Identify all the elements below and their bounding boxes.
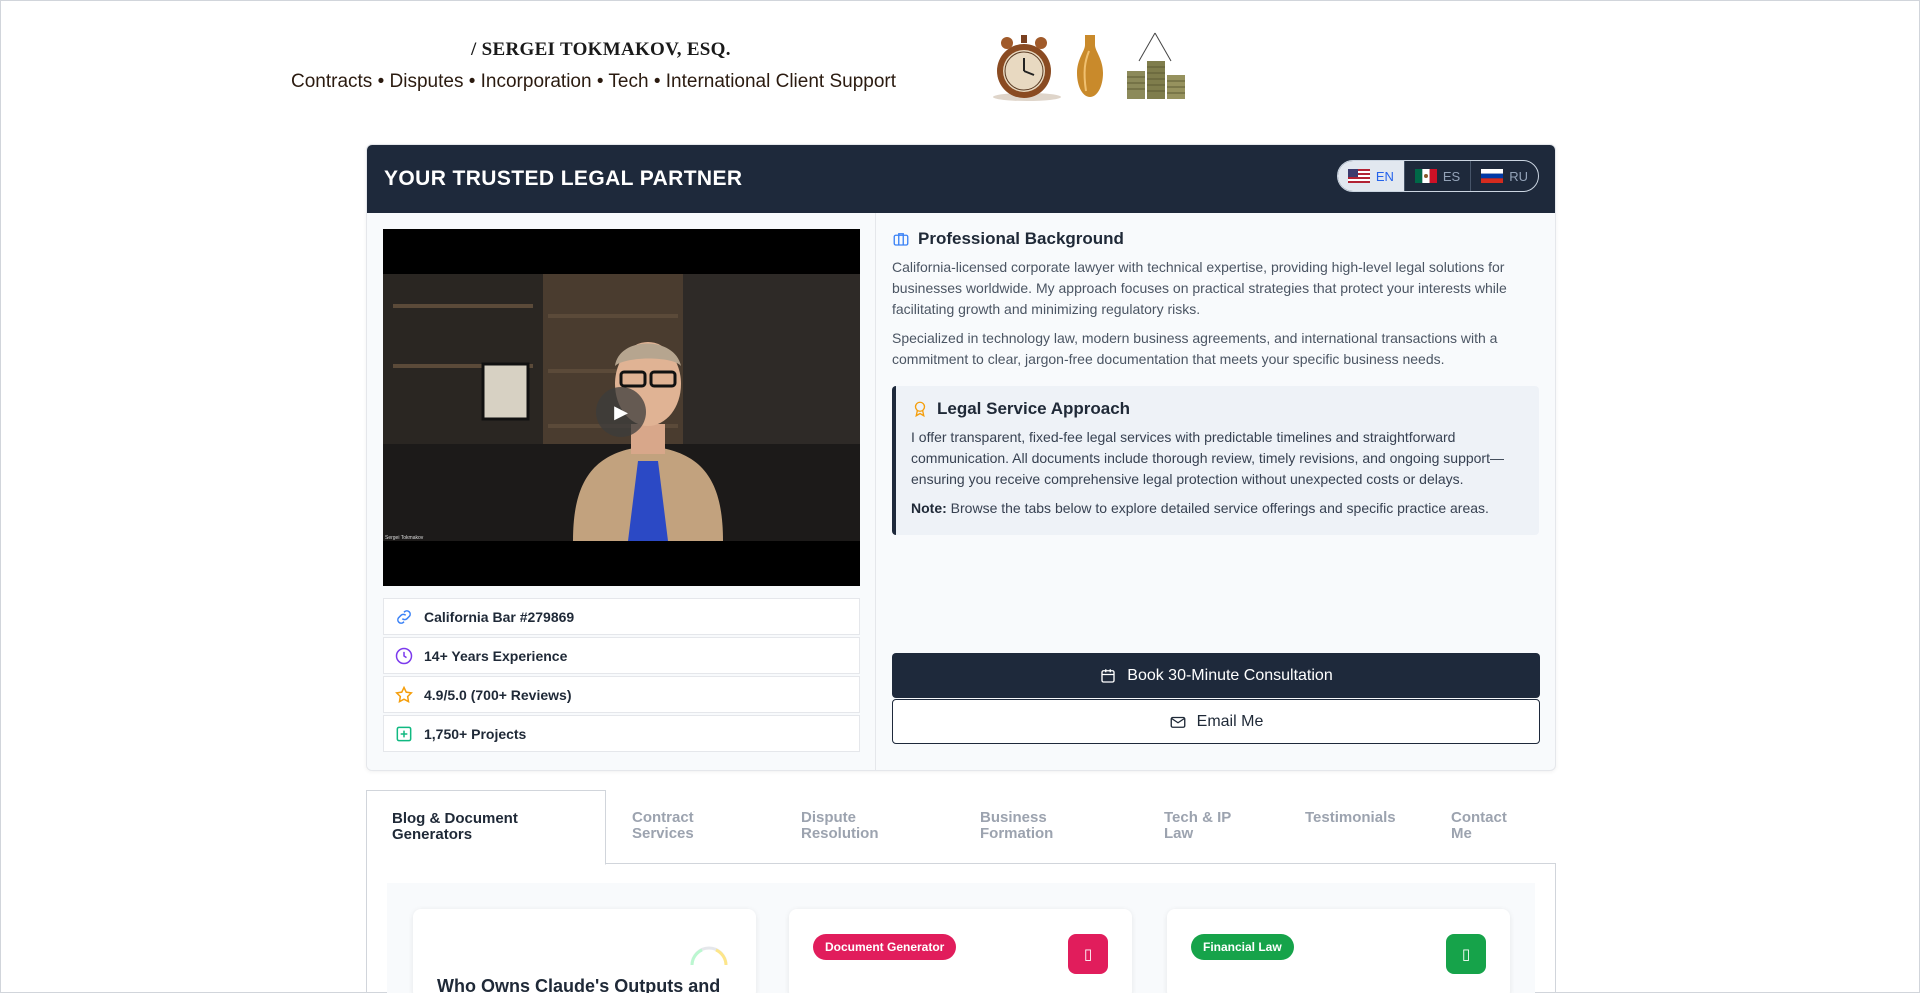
approach-heading-text: Legal Service Approach — [937, 399, 1131, 418]
video-caption: Sergei Tokmakov — [385, 535, 424, 541]
approach-paragraph: I offer transparent, fixed-fee legal ser… — [911, 429, 1504, 487]
brand-illustration — [993, 32, 1185, 101]
russia-flag-icon — [1481, 169, 1504, 183]
category-badge: Document Generator — [813, 934, 957, 960]
tab-label-line2: Generators — [392, 826, 473, 843]
stat-bar-number-label: California Bar #279869 — [424, 608, 575, 625]
tab-label-line1: Testimonials — [1305, 809, 1396, 826]
finance-icon: ▯ — [1446, 934, 1486, 974]
tab-label-line2: Law — [1164, 825, 1194, 842]
stat-bar-number: California Bar #279869 — [383, 598, 860, 635]
email-me-button[interactable]: Email Me — [892, 699, 1540, 744]
stat-projects-label: 1,750+ Projects — [424, 725, 527, 742]
language-switcher: EN ES RU — [1336, 160, 1539, 192]
background-heading-text: Professional Background — [918, 229, 1124, 248]
link-icon — [397, 609, 411, 624]
approach-note: Note: Browse the tabs below to explore d… — [911, 498, 1525, 519]
language-es-button[interactable]: ES — [1405, 161, 1472, 191]
stat-projects: 1,750+ Projects — [383, 715, 860, 752]
tab-label-line1: Blog & Document — [392, 810, 518, 827]
approach-heading: Legal Service Approach — [911, 399, 1525, 419]
card-left-column: ▶ Sergei Tokmakov California Bar #279869… — [367, 213, 876, 770]
language-es-label: ES — [1442, 168, 1461, 184]
calendar-icon — [1101, 668, 1115, 683]
tab-label-line1: Dispute — [801, 809, 857, 826]
profile-card: YOUR TRUSTED LEGAL PARTNER EN ES RU ▶ Se… — [366, 144, 1556, 771]
us-flag-icon — [1347, 169, 1370, 183]
tab-panel: Who Owns Claude's Outputs and Document G… — [366, 864, 1556, 993]
tab-dispute-resolution[interactable]: Dispute Resolution — [776, 790, 904, 864]
mexico-flag-icon — [1414, 169, 1437, 183]
tab-label-line2: Me — [1451, 825, 1472, 842]
card-right-column: Professional Background California-licen… — [876, 213, 1555, 770]
language-ru-label: RU — [1509, 168, 1528, 184]
tab-label-line1: Business — [980, 809, 1047, 826]
briefcase-icon — [893, 233, 909, 246]
note-text: Browse the tabs below to explore detaile… — [946, 500, 1489, 516]
tab-testimonials[interactable]: Testimonials — [1280, 790, 1421, 864]
mail-icon — [1170, 716, 1186, 728]
email-me-label: Email Me — [1196, 712, 1264, 730]
tab-label-line1: Contract — [632, 809, 694, 826]
book-consultation-label: Book 30-Minute Consultation — [1127, 666, 1333, 684]
brand-tagline: Contracts • Disputes • Incorporation • T… — [291, 71, 897, 92]
tab-label-line2: Services — [632, 825, 694, 842]
award-icon — [914, 401, 926, 418]
tab-label-line2: Formation — [980, 825, 1054, 842]
stat-experience-label: 14+ Years Experience — [424, 647, 568, 664]
intro-video-player[interactable]: ▶ Sergei Tokmakov — [383, 229, 860, 586]
stat-experience: 14+ Years Experience — [383, 637, 860, 674]
tab-label-line1: Contact — [1451, 809, 1507, 826]
clock-icon — [395, 647, 413, 664]
service-approach-box: Legal Service Approach I offer transpare… — [892, 386, 1539, 535]
language-en-label: EN — [1375, 168, 1394, 184]
background-heading: Professional Background — [892, 229, 1539, 249]
brand-name[interactable]: / SERGEI TOKMAKOV, ESQ. — [471, 39, 731, 61]
card-title: YOUR TRUSTED LEGAL PARTNER — [384, 167, 743, 190]
tab-contact-me[interactable]: Contact Me — [1426, 790, 1532, 864]
tab-contract-services[interactable]: Contract Services — [607, 790, 719, 864]
background-paragraph-1: California-licensed corporate lawyer wit… — [892, 259, 1507, 317]
document-icon: ▯ — [1068, 934, 1108, 974]
services-tabs: Blog & Document Generators Contract Serv… — [366, 790, 1556, 865]
stat-reviews-label: 4.9/5.0 (700+ Reviews) — [424, 686, 572, 703]
post-card[interactable]: Who Owns Claude's Outputs and — [413, 909, 756, 993]
post-title[interactable]: Who Owns Claude's Outputs and — [437, 976, 720, 993]
language-ru-button[interactable]: RU — [1471, 161, 1538, 191]
book-consultation-button[interactable]: Book 30-Minute Consultation — [892, 653, 1540, 698]
background-paragraph-2: Specialized in technology law, modern bu… — [892, 330, 1498, 367]
tab-blog-document-generators[interactable]: Blog & Document Generators — [366, 790, 606, 865]
category-badge: Financial Law — [1191, 934, 1294, 960]
gauge-icon — [690, 946, 728, 966]
tab-tech-ip-law[interactable]: Tech & IP Law — [1139, 790, 1256, 864]
post-card[interactable]: Document Generator ▯ — [789, 909, 1132, 993]
post-card[interactable]: Financial Law ▯ — [1167, 909, 1510, 993]
star-icon — [395, 685, 413, 703]
plus-square-icon — [396, 726, 412, 741]
language-en-button[interactable]: EN — [1337, 161, 1405, 191]
tab-business-formation[interactable]: Business Formation — [955, 790, 1078, 864]
tab-label-line1: Tech & IP — [1164, 809, 1232, 826]
card-header: YOUR TRUSTED LEGAL PARTNER EN ES RU — [367, 145, 1555, 213]
note-label: Note: — [911, 500, 947, 516]
site-header: / SERGEI TOKMAKOV, ESQ. Contracts • Disp… — [1, 1, 1920, 141]
credentials-list: California Bar #279869 14+ Years Experie… — [383, 598, 860, 754]
stat-reviews: 4.9/5.0 (700+ Reviews) — [383, 676, 860, 713]
play-button[interactable]: ▶ — [596, 387, 646, 437]
tab-label-line2: Resolution — [801, 825, 879, 842]
